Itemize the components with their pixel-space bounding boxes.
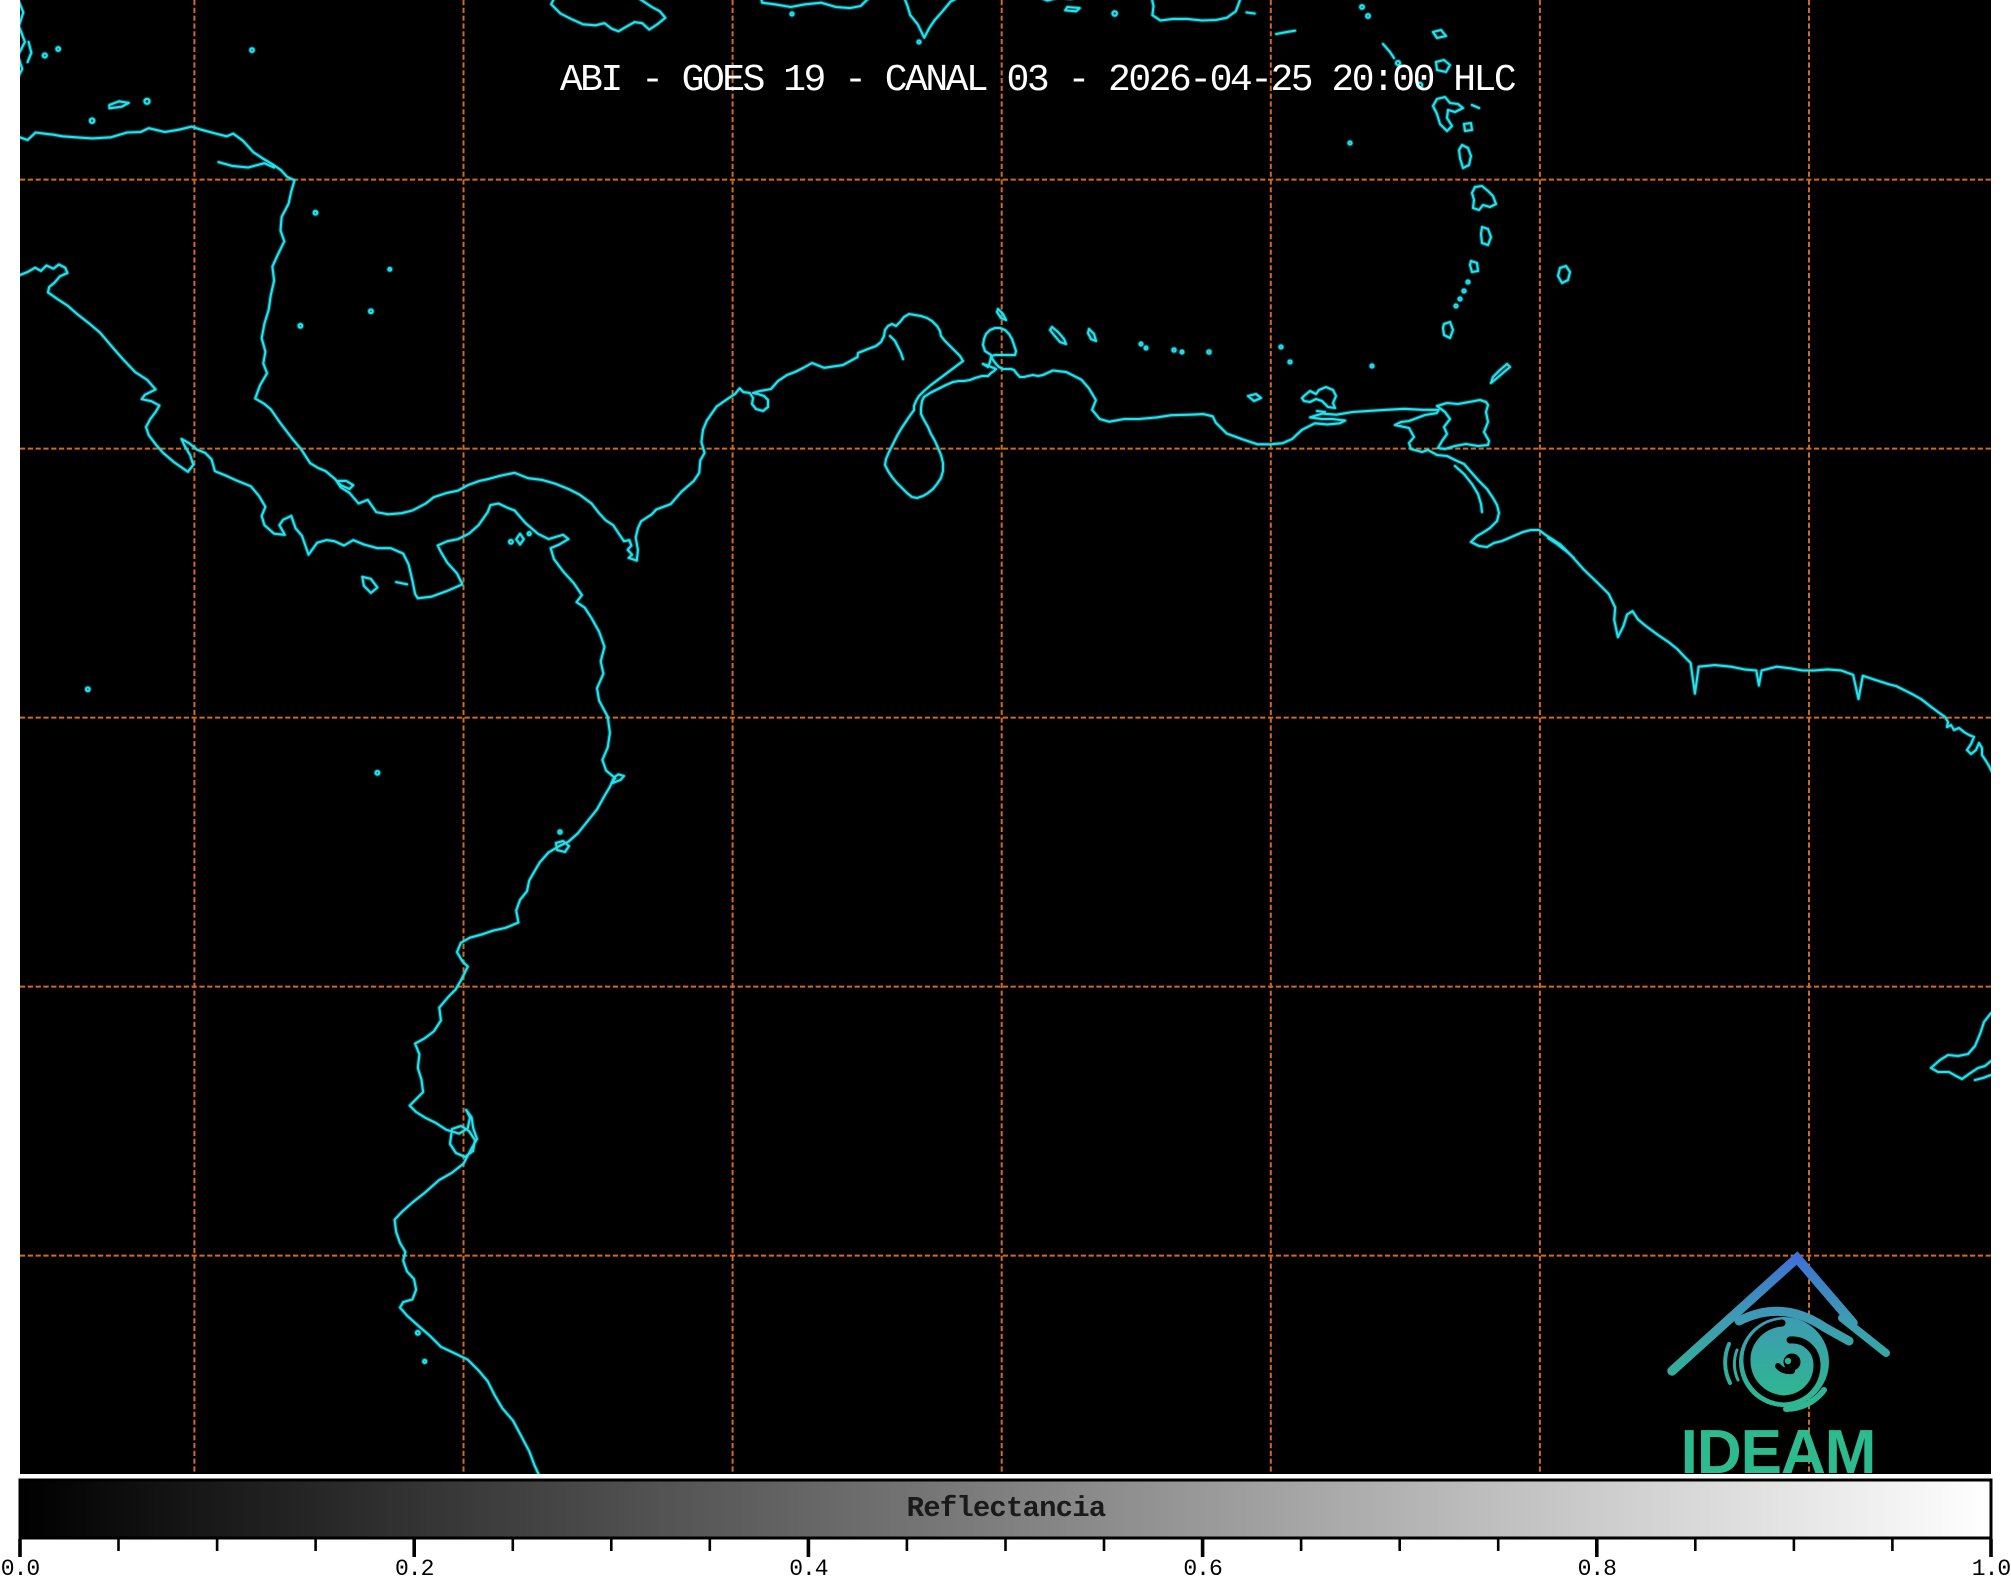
svg-text:1.0: 1.0 <box>1972 1556 2011 1577</box>
svg-text:IDEAM: IDEAM <box>1681 1418 1876 1487</box>
svg-text:Reflectancia: Reflectancia <box>907 1492 1106 1525</box>
svg-text:0.2: 0.2 <box>395 1556 434 1577</box>
svg-text:0.6: 0.6 <box>1183 1556 1222 1577</box>
svg-text:ABI - GOES 19 - CANAL 03 - 202: ABI - GOES 19 - CANAL 03 - 2026-04-25 20… <box>560 59 1516 102</box>
svg-text:0.4: 0.4 <box>789 1556 828 1577</box>
svg-text:0.8: 0.8 <box>1578 1556 1617 1577</box>
svg-text:0.0: 0.0 <box>1 1556 40 1577</box>
